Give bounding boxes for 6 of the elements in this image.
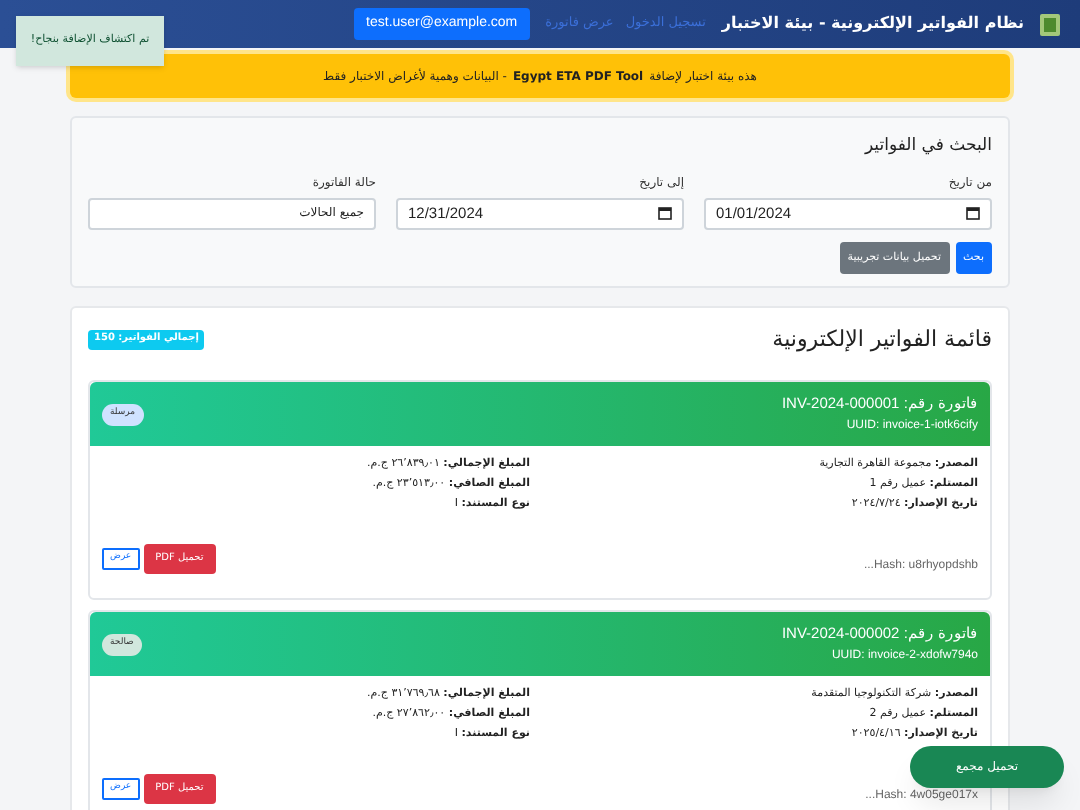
section-title: البحث في الفواتير [862,134,992,160]
section-title: قائمة الفواتير الإلكترونية [772,323,992,356]
calendar-icon[interactable] [658,206,672,221]
app-title: نظام الفواتير الإلكترونية - بيئة الاختبار [721,12,1024,36]
spreadsheet-icon [1040,13,1060,35]
calendar-icon[interactable] [966,206,980,221]
